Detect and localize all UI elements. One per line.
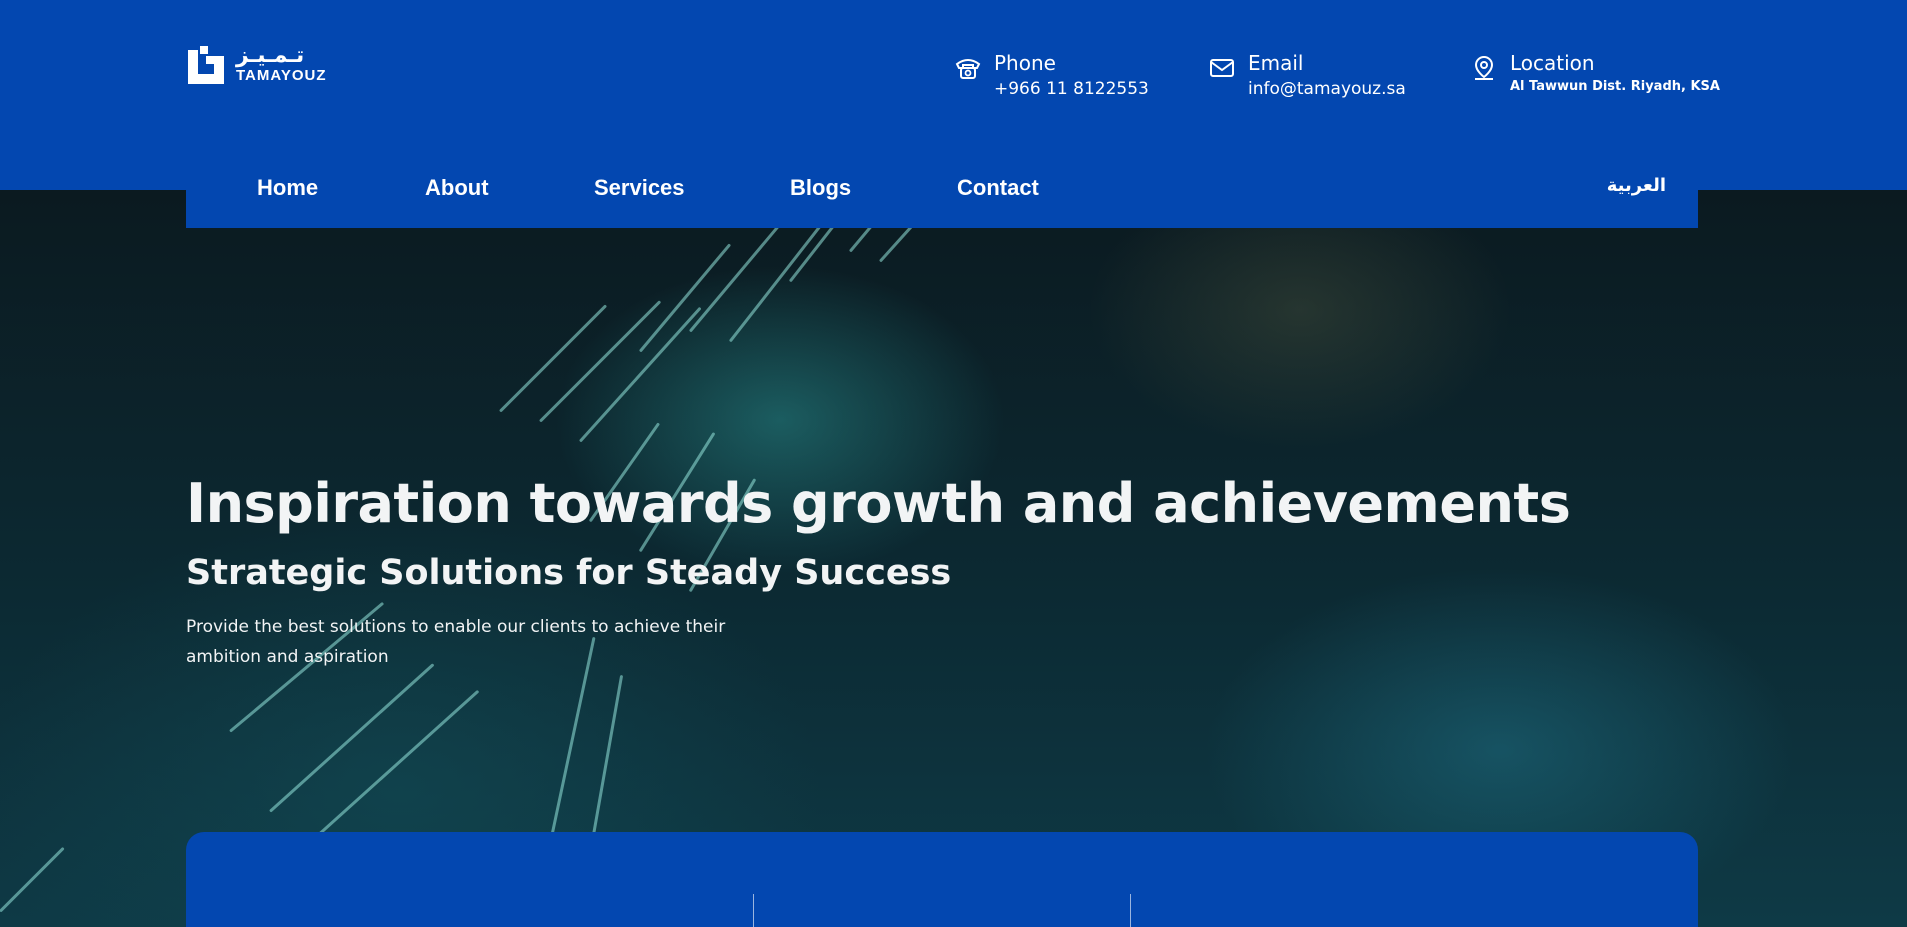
email-label: Email [1248,51,1304,75]
logo-mark-icon [188,46,224,84]
nav-contact[interactable]: Contact [957,175,1039,201]
logo[interactable]: تـمـيـز TAMAYOUZ [186,44,327,86]
stats-divider [1130,894,1131,927]
phone-label: Phone [994,51,1056,75]
email-value[interactable]: info@tamayouz.sa [1248,76,1406,102]
stats-panel [186,832,1698,927]
contact-location[interactable]: Location Al Tawwun Dist. Riyadh, KSA [1470,50,1720,98]
hero-description: Provide the best solutions to enable our… [186,617,726,667]
phone-value[interactable]: +966 11 8122553 [994,76,1149,102]
mail-icon [1210,59,1234,77]
location-label: Location [1510,51,1595,75]
logo-arabic: تـمـيـز [236,43,305,68]
nav-home[interactable]: Home [257,175,318,201]
location-value: Al Tawwun Dist. Riyadh, KSA [1510,79,1720,94]
main-nav: Home About Services Blogs Contact العربي… [186,143,1698,228]
phone-icon [955,59,981,79]
nav-blogs[interactable]: Blogs [790,175,851,201]
language-switch[interactable]: العربية [1607,175,1666,196]
logo-english: TAMAYOUZ [236,67,327,84]
contact-phone[interactable]: Phone +966 11 8122553 [954,50,1149,102]
hero-subtitle: Strategic Solutions for Steady Success [186,553,952,593]
nav-services[interactable]: Services [594,175,685,201]
contact-email[interactable]: Email info@tamayouz.sa [1208,50,1406,102]
stats-divider [753,894,754,927]
nav-about[interactable]: About [425,175,489,201]
hero-title: Inspiration towards growth and achieveme… [186,472,1571,535]
location-pin-icon [1474,55,1494,80]
